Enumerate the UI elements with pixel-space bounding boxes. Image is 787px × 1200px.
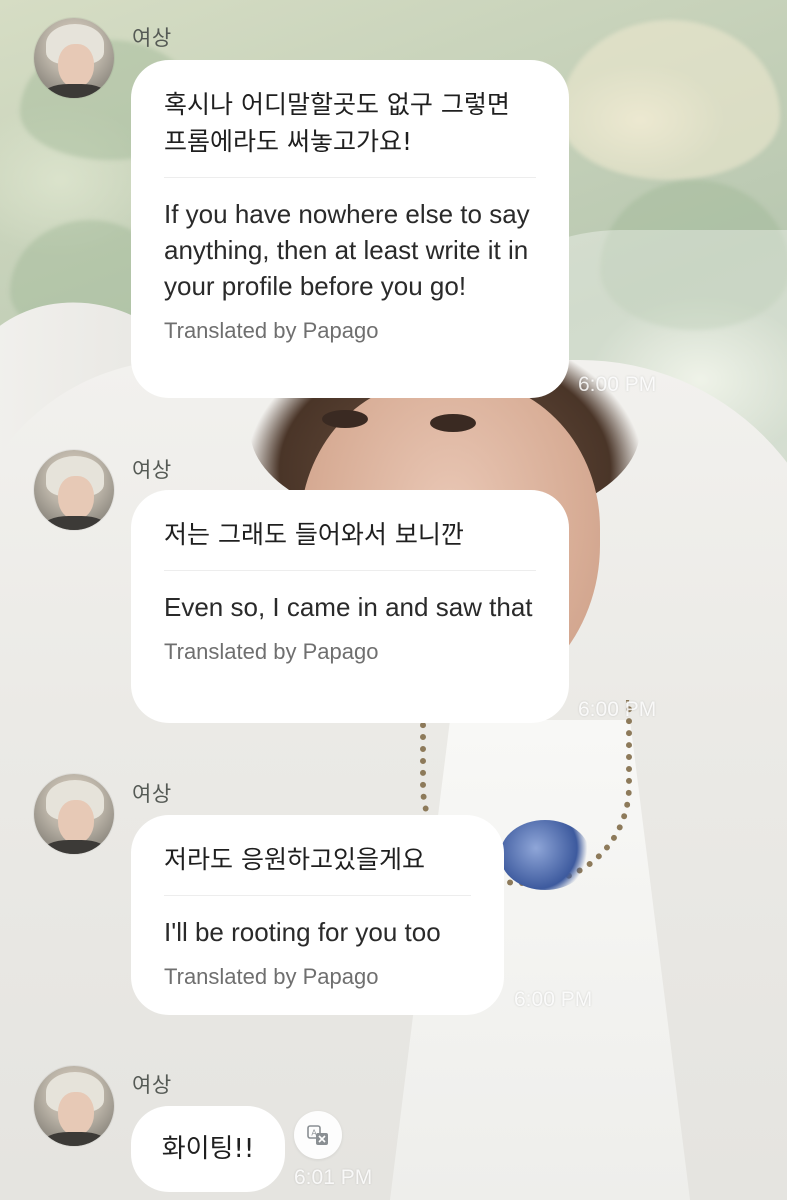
avatar[interactable] <box>34 450 114 530</box>
message-original-text: 화이팅!! <box>161 1133 255 1164</box>
translation-divider <box>164 570 536 571</box>
translation-credit: Translated by Papago <box>164 318 379 343</box>
message-bubble[interactable]: 화이팅!! <box>131 1106 285 1192</box>
message-timestamp: 6:00 PM <box>578 373 657 396</box>
message-bubble[interactable]: 저는 그래도 들어와서 보니깐 Even so, I came in and s… <box>131 490 569 723</box>
translation-credit: Translated by Papago <box>164 639 379 664</box>
message-original-text: 혹시나 어디말할곳도 없구 그렇면 프롬에라도 써놓고가요! <box>164 90 510 156</box>
avatar[interactable] <box>34 774 114 854</box>
message-bubble[interactable]: 저라도 응원하고있을게요 I'll be rooting for you too… <box>131 815 504 1015</box>
translation-divider <box>164 895 471 896</box>
message-original-text: 저라도 응원하고있을게요 <box>164 845 425 874</box>
translate-icon: A <box>307 1125 328 1145</box>
translation-credit: Translated by Papago <box>164 964 379 989</box>
avatar[interactable] <box>34 1066 114 1146</box>
message-timestamp: 6:00 PM <box>578 698 657 721</box>
message-original-text: 저는 그래도 들어와서 보니깐 <box>164 520 464 549</box>
sender-name: 여상 <box>132 26 172 50</box>
message-translation-text: I'll be rooting for you too <box>164 917 441 947</box>
message-timestamp: 6:00 PM <box>514 988 593 1011</box>
translation-divider <box>164 177 536 178</box>
chat-message-list: 여상 혹시나 어디말할곳도 없구 그렇면 프롬에라도 써놓고가요! If you… <box>0 0 787 1200</box>
message-timestamp: 6:01 PM <box>294 1166 373 1189</box>
sender-name: 여상 <box>132 458 172 482</box>
sender-name: 여상 <box>132 782 172 806</box>
sender-name: 여상 <box>132 1073 172 1097</box>
avatar[interactable] <box>34 18 114 98</box>
message-translation-text: Even so, I came in and saw that <box>164 592 533 622</box>
message-translation-text: If you have nowhere else to say anything… <box>164 199 530 301</box>
message-bubble[interactable]: 혹시나 어디말할곳도 없구 그렇면 프롬에라도 써놓고가요! If you ha… <box>131 60 569 398</box>
translate-button[interactable]: A <box>294 1111 342 1159</box>
